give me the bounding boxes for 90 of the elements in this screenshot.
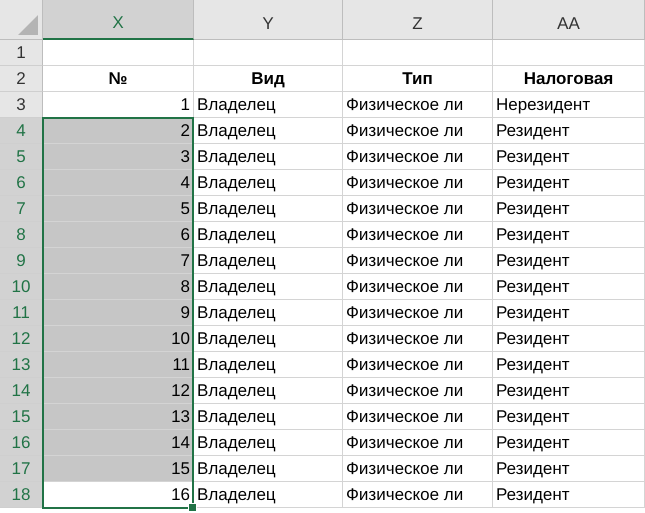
table-cell: Резидент [493,118,645,144]
table-cell: Резидент [493,326,645,352]
table-cell: 6 [43,222,194,248]
row-header[interactable]: 8 [0,222,43,248]
column-header[interactable]: Y [194,0,343,40]
table-cell: 4 [43,170,194,196]
row-header[interactable]: 16 [0,430,43,456]
table-cell: 10 [43,326,194,352]
table-cell: 5 [43,196,194,222]
table-cell: Резидент [493,170,645,196]
table-cell: Владелец [194,170,343,196]
row-header[interactable]: 1 [0,40,43,66]
table-cell: Резидент [493,430,645,456]
table-cell: 15 [43,456,194,482]
table-cell: Владелец [194,248,343,274]
table-cell: Владелец [194,378,343,404]
table-cell: 7 [43,248,194,274]
row-header[interactable]: 2 [0,66,43,92]
table-cell: Физическое ли [343,248,493,274]
table-cell: Резидент [493,352,645,378]
row-header[interactable]: 6 [0,170,43,196]
table-cell: Физическое ли [343,300,493,326]
table-cell: Владелец [194,300,343,326]
table-cell: Физическое ли [343,456,493,482]
table-cell: 12 [43,378,194,404]
table-cell: Физическое ли [343,352,493,378]
table-cell: Резидент [493,274,645,300]
row-header[interactable]: 17 [0,456,43,482]
table-cell: Резидент [493,222,645,248]
table-cell: Налоговая [493,66,645,92]
table-cell: Владелец [194,430,343,456]
column-header[interactable]: X [43,0,194,40]
table-cell: Физическое ли [343,326,493,352]
row-header[interactable]: 15 [0,404,43,430]
table-cell: Владелец [194,92,343,118]
table-cell: Владелец [194,352,343,378]
table-cell: 9 [43,300,194,326]
table-cell: Физическое ли [343,118,493,144]
table-cell: Физическое ли [343,482,493,508]
table-cell: Резидент [493,300,645,326]
table-cell: Владелец [194,222,343,248]
table-cell: Нерезидент [493,92,645,118]
table-cell: 1 [43,92,194,118]
row-header[interactable]: 18 [0,482,43,508]
row-header[interactable]: 9 [0,248,43,274]
row-header[interactable]: 3 [0,92,43,118]
table-cell: Владелец [194,456,343,482]
table-cell: Резидент [493,196,645,222]
column-header[interactable]: Z [343,0,493,40]
table-cell: Физическое ли [343,404,493,430]
row-header[interactable]: 14 [0,378,43,404]
table-cell: Резидент [493,248,645,274]
corner-triangle-icon [18,15,38,35]
table-cell: Резидент [493,482,645,508]
table-cell: Владелец [194,118,343,144]
table-cell: Владелец [194,326,343,352]
table-cell: Владелец [194,404,343,430]
table-cell: № [43,66,194,92]
row-header[interactable]: 10 [0,274,43,300]
table-cell: Резидент [493,456,645,482]
table-cell: Физическое ли [343,170,493,196]
fill-handle[interactable] [188,503,197,512]
table-cell: Физическое ли [343,222,493,248]
table-cell: Тип [343,66,493,92]
row-header[interactable]: 7 [0,196,43,222]
table-cell: 14 [43,430,194,456]
table-cell: 13 [43,404,194,430]
table-cell: Резидент [493,378,645,404]
table-cell: Владелец [194,144,343,170]
table-cell: 2 [43,118,194,144]
table-cell: Физическое ли [343,274,493,300]
column-header[interactable]: AA [493,0,645,40]
table-cell: Физическое ли [343,144,493,170]
table-cell: Резидент [493,404,645,430]
table-cell: Владелец [194,274,343,300]
row-header[interactable]: 12 [0,326,43,352]
row-header[interactable]: 13 [0,352,43,378]
table-cell: 3 [43,144,194,170]
row-header[interactable]: 5 [0,144,43,170]
table-cell: Вид [194,66,343,92]
row-header[interactable]: 4 [0,118,43,144]
row-header[interactable]: 11 [0,300,43,326]
table-cell: Физическое ли [343,92,493,118]
table-cell: Физическое ли [343,378,493,404]
table-cell: Физическое ли [343,430,493,456]
table-cell: 8 [43,274,194,300]
table-cell: Владелец [194,196,343,222]
table-cell: Резидент [493,144,645,170]
table-cell: 11 [43,352,194,378]
table-cell: Физическое ли [343,196,493,222]
